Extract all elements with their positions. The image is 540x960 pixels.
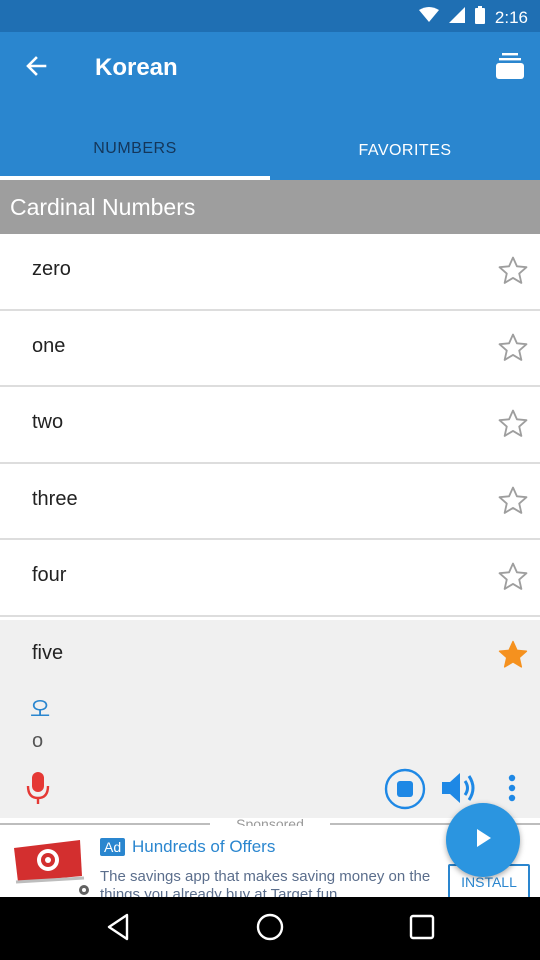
korean-word: 오 — [30, 697, 51, 722]
ad-description: The savings app that makes saving money … — [100, 868, 431, 897]
app-title: Korean — [95, 54, 178, 81]
tab-bar: NUMBERS FAVORITES — [0, 122, 540, 180]
cell-signal-icon — [448, 7, 465, 28]
list-item[interactable]: one — [0, 310, 540, 387]
circle-home-icon — [255, 912, 285, 947]
target-cart-icon — [10, 834, 92, 896]
status-time: 2:16 — [494, 7, 528, 27]
stack-icon — [496, 52, 524, 84]
nav-home-button[interactable] — [250, 909, 290, 949]
tab-favorites[interactable]: FAVORITES — [270, 122, 540, 180]
triangle-back-icon — [105, 913, 131, 946]
square-recents-icon — [409, 914, 435, 945]
list-item[interactable]: four — [0, 540, 540, 617]
app-bar: Korean NUMBERS FAVORITES — [0, 32, 540, 180]
more-vert-icon[interactable] — [500, 770, 524, 806]
list-item-label: five — [32, 642, 64, 664]
ad-title[interactable]: Hundreds of Offers — [132, 837, 275, 857]
list-item-label: one — [32, 334, 66, 357]
list-item-label: four — [32, 564, 67, 586]
star-outline-icon[interactable] — [496, 484, 530, 518]
nav-back-button[interactable] — [98, 909, 138, 949]
star-outline-icon[interactable] — [496, 560, 530, 594]
arrow-left-icon — [25, 55, 47, 82]
list-item[interactable]: three — [0, 463, 540, 540]
star-outline-icon[interactable] — [496, 331, 530, 365]
list-item-label: three — [32, 487, 78, 510]
list-item-label: zero — [32, 258, 71, 280]
star-outline-icon[interactable] — [496, 407, 530, 441]
speaker-icon[interactable] — [440, 770, 478, 806]
play-button[interactable] — [446, 803, 520, 877]
battery-icon — [474, 6, 485, 29]
stack-button[interactable] — [492, 50, 528, 86]
wifi-icon — [418, 7, 439, 28]
tab-numbers[interactable]: NUMBERS — [0, 122, 270, 180]
star-filled-icon[interactable] — [496, 638, 530, 672]
back-button[interactable] — [14, 46, 58, 90]
romanization: o — [32, 730, 44, 752]
stop-icon[interactable] — [384, 768, 426, 810]
nav-recents-button[interactable] — [402, 909, 442, 949]
status-bar: 2:16 — [0, 0, 540, 32]
star-outline-icon[interactable] — [496, 254, 530, 288]
list-item[interactable]: two — [0, 387, 540, 464]
ad-badge: Ad — [100, 838, 126, 856]
system-nav-bar — [0, 897, 540, 960]
play-icon — [471, 826, 495, 855]
section-header: Cardinal Numbers — [0, 180, 540, 234]
list-item[interactable]: zero — [0, 234, 540, 311]
number-list: zero one two three four — [0, 234, 540, 617]
expanded-list-item[interactable]: five 오 o — [0, 620, 540, 818]
list-item-label: two — [32, 411, 64, 433]
microphone-icon[interactable] — [22, 770, 54, 806]
